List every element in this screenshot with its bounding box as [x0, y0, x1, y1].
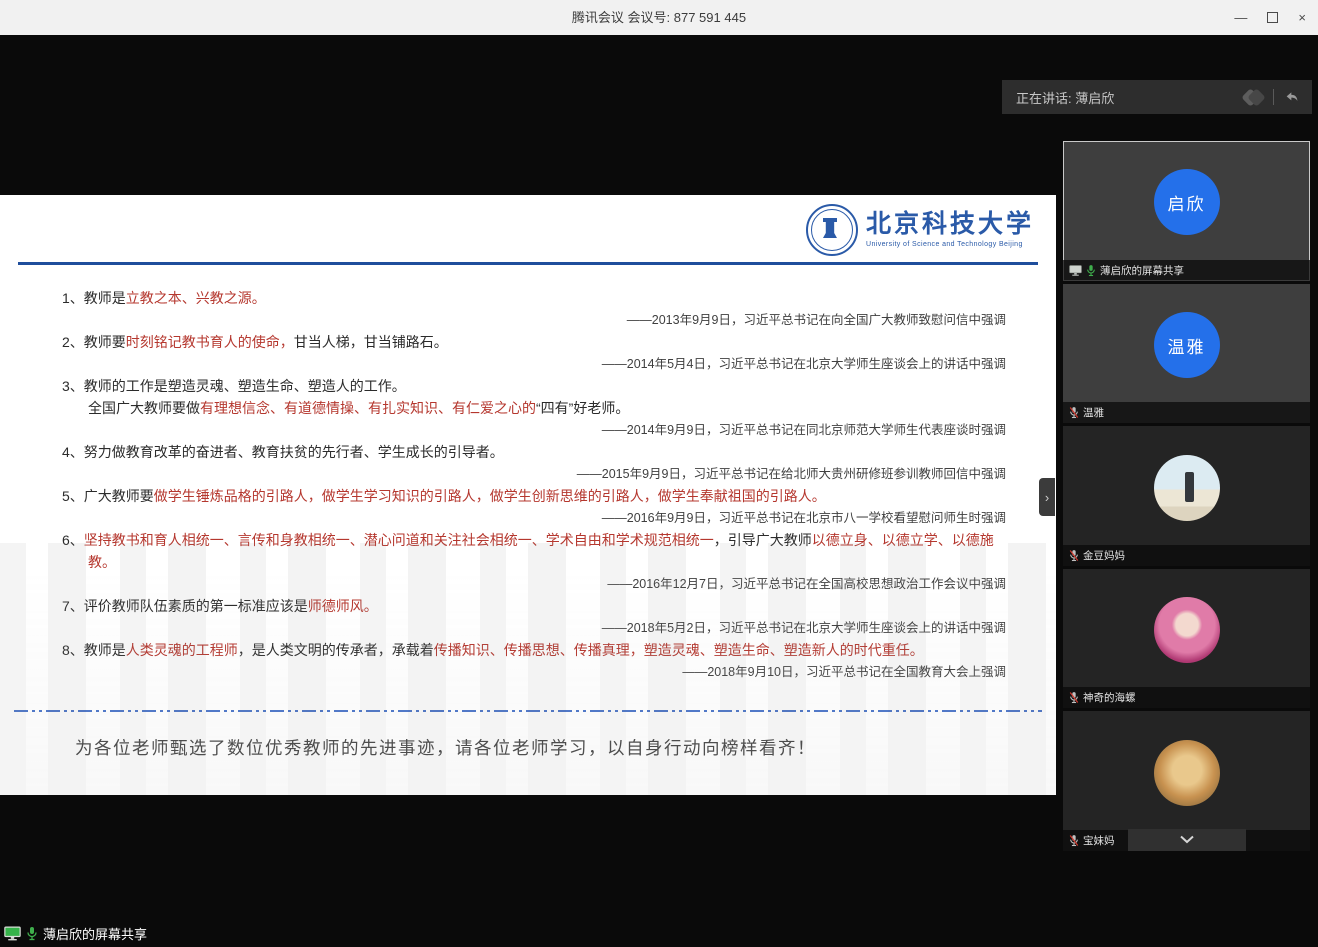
slide-item-text: 2、教师要时刻铭记教书育人的使命，甘当人梯，甘当铺路石。 [62, 331, 1006, 353]
participant-avatar: 温雅 [1154, 312, 1220, 378]
header-rule [18, 262, 1038, 265]
reply-arrow-icon[interactable] [1284, 89, 1300, 105]
window-title: 腾讯会议 会议号: 877 591 445 [0, 0, 1318, 35]
slide-item-text: 1、教师是立教之本、兴教之源。 [62, 287, 1006, 309]
slide-item-text: 6、坚持教书和育人相统一、言传和身教相统一、潜心问道和关注社会相统一、学术自由和… [62, 529, 1006, 573]
video-tile[interactable]: 金豆妈妈 [1063, 426, 1310, 566]
video-tile[interactable]: 温雅温雅 [1063, 284, 1310, 424]
university-emblem-icon [806, 204, 858, 256]
slide-item-text: 5、广大教师要做学生锤炼品格的引路人，做学生学习知识的引路人，做学生创新思维的引… [62, 485, 1006, 507]
university-name-en: University of Science and Technology Bei… [866, 241, 1034, 249]
participant-avatar [1154, 455, 1220, 521]
close-icon[interactable]: × [1298, 11, 1306, 24]
participant-avatar: 启欣 [1154, 169, 1220, 235]
screen-share-indicator: 薄启欣的屏幕共享 [4, 921, 147, 945]
shared-screen-slide: 北京科技大学 University of Science and Technol… [0, 195, 1056, 795]
meeting-logo-icon [1244, 91, 1263, 104]
participant-avatar [1154, 597, 1220, 663]
quote-attribution: ——2013年9月9日，习近平总书记在向全国广大教师致慰问信中强调 [62, 309, 1006, 331]
chevron-down-icon [1179, 831, 1195, 849]
mic-muted-icon [1069, 549, 1079, 562]
quote-attribution: ——2014年9月9日，习近平总书记在同北京师范大学师生代表座谈时强调 [62, 419, 1006, 441]
quote-attribution: ——2018年9月10日，习近平总书记在全国教育大会上强调 [62, 661, 1006, 683]
video-tile[interactable]: 神奇的海螺 [1063, 569, 1310, 709]
slide-item-text: 3、教师的工作是塑造灵魂、塑造生命、塑造人的工作。全国广大教师要做有理想信念、有… [62, 375, 1006, 419]
tencent-meeting-window: 腾讯会议 会议号: 877 591 445 — × 正在讲话: 薄启欣 北京科技… [0, 0, 1318, 947]
share-indicator-label: 薄启欣的屏幕共享 [43, 924, 147, 943]
mic-on-icon [26, 926, 38, 941]
slide-items: 1、教师是立教之本、兴教之源。——2013年9月9日，习近平总书记在向全国广大教… [62, 287, 1006, 683]
minimize-icon[interactable]: — [1234, 11, 1247, 24]
quote-attribution: ——2016年9月9日，习近平总书记在北京市八一学校看望慰问师生时强调 [62, 507, 1006, 529]
participant-label: 神奇的海螺 [1063, 687, 1310, 708]
mic-muted-icon [1069, 691, 1079, 704]
quote-attribution: ——2016年12月7日，习近平总书记在全国高校思想政治工作会议中强调 [62, 573, 1006, 595]
university-logo: 北京科技大学 University of Science and Technol… [806, 204, 1034, 256]
monitor-icon [4, 926, 21, 941]
university-name-cn: 北京科技大学 [866, 211, 1034, 239]
speaking-label: 正在讲话: 薄启欣 [1016, 88, 1244, 107]
title-bar: 腾讯会议 会议号: 877 591 445 — × [0, 0, 1318, 36]
slide-footer-note: 为各位老师甄选了数位优秀教师的先进事迹，请各位老师学习，以自身行动向榜样看齐！ [75, 735, 816, 760]
sidebar-collapse-handle[interactable]: › [1039, 478, 1055, 516]
dash-dot-divider [14, 710, 1042, 712]
window-controls: — × [1234, 0, 1306, 35]
mic-muted-icon [1069, 834, 1079, 847]
mic-muted-icon [1069, 406, 1079, 419]
participant-avatar [1154, 740, 1220, 806]
mic-on-icon [1086, 264, 1096, 277]
more-participants-button[interactable] [1128, 829, 1246, 851]
slide-item-text: 8、教师是人类灵魂的工程师，是人类文明的传承者，承载着传播知识、传播思想、传播真… [62, 639, 1006, 661]
monitor-icon [1069, 265, 1082, 276]
maximize-icon[interactable] [1267, 12, 1278, 23]
slide-item-text: 7、评价教师队伍素质的第一标准应该是师德师风。 [62, 595, 1006, 617]
slide-item-text: 4、努力做教育改革的奋进者、教育扶贫的先行者、学生成长的引导者。 [62, 441, 1006, 463]
participant-label: 温雅 [1063, 402, 1310, 423]
participant-sidebar: 启欣薄启欣的屏幕共享温雅温雅金豆妈妈神奇的海螺宝妹妈 [1063, 141, 1310, 851]
divider [1273, 89, 1274, 105]
quote-attribution: ——2015年9月9日，习近平总书记在给北师大贵州研修班参训教师回信中强调 [62, 463, 1006, 485]
video-tile[interactable]: 启欣薄启欣的屏幕共享 [1063, 141, 1310, 281]
participant-label: 金豆妈妈 [1063, 545, 1310, 566]
speaking-banner: 正在讲话: 薄启欣 [1002, 80, 1312, 114]
quote-attribution: ——2014年5月4日，习近平总书记在北京大学师生座谈会上的讲话中强调 [62, 353, 1006, 375]
chevron-right-icon: › [1045, 490, 1049, 505]
quote-attribution: ——2018年5月2日，习近平总书记在北京大学师生座谈会上的讲话中强调 [62, 617, 1006, 639]
participant-label: 薄启欣的屏幕共享 [1063, 260, 1310, 281]
